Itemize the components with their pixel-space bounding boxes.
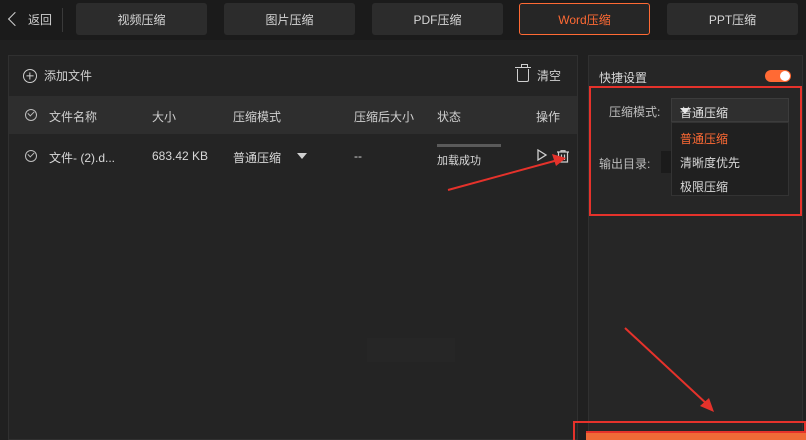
table-row: 文件- (2).d... 683.42 KB 普通压缩 -- 加载成功 bbox=[9, 134, 577, 178]
file-size: 683.42 KB bbox=[152, 149, 209, 163]
file-panel: 添加文件 清空 文件名称 大小 压缩模式 压缩后大小 状态 操作 文件- (2)… bbox=[8, 55, 578, 440]
compressed-size: -- bbox=[354, 149, 362, 163]
file-name: 文件- (2).d... bbox=[49, 151, 116, 165]
option-clarity-first[interactable]: 清晰度优先 bbox=[680, 154, 740, 171]
divider bbox=[62, 8, 63, 32]
column-header-status: 状态 bbox=[437, 110, 462, 124]
clear-label: 清空 bbox=[536, 69, 561, 83]
column-header-compressed-size: 压缩后大小 bbox=[354, 110, 415, 124]
empty-placeholder bbox=[367, 338, 455, 362]
table-header: 文件名称 大小 压缩模式 压缩后大小 状态 操作 bbox=[9, 96, 577, 134]
start-compress-button[interactable] bbox=[586, 431, 806, 440]
mode-dropdown: 普通压缩 清晰度优先 极限压缩 bbox=[671, 122, 789, 196]
option-extreme[interactable]: 极限压缩 bbox=[680, 178, 728, 195]
clear-button[interactable]: 清空 bbox=[514, 64, 561, 84]
row-checkbox[interactable] bbox=[25, 150, 37, 162]
file-toolbar: 添加文件 清空 bbox=[9, 56, 577, 96]
trash-icon bbox=[514, 64, 531, 82]
play-icon[interactable] bbox=[536, 149, 548, 161]
tab-ppt-compress[interactable]: PPT压缩 bbox=[667, 3, 798, 35]
plus-circle-icon bbox=[23, 68, 37, 83]
back-button[interactable]: 返回 bbox=[4, 8, 52, 30]
select-all-checkbox[interactable] bbox=[25, 109, 37, 121]
tab-image-compress[interactable]: 图片压缩 bbox=[224, 3, 355, 35]
option-normal[interactable]: 普通压缩 bbox=[680, 130, 728, 147]
tab-pdf-compress[interactable]: PDF压缩 bbox=[372, 3, 503, 35]
output-label: 输出目录: bbox=[599, 157, 651, 171]
chevron-down-icon[interactable] bbox=[297, 153, 307, 159]
chevron-down-icon bbox=[680, 108, 690, 114]
add-file-button[interactable]: 添加文件 bbox=[23, 67, 92, 84]
column-header-mode: 压缩模式 bbox=[233, 110, 282, 124]
column-header-actions: 操作 bbox=[536, 110, 561, 124]
top-bar: 返回 视频压缩 图片压缩 PDF压缩 Word压缩 PPT压缩 bbox=[0, 0, 806, 40]
add-file-label: 添加文件 bbox=[44, 69, 93, 83]
row-mode-select[interactable]: 普通压缩 bbox=[233, 149, 281, 166]
mode-label: 压缩模式: bbox=[609, 105, 661, 119]
column-header-size: 大小 bbox=[152, 110, 177, 124]
status-text: 加载成功 bbox=[437, 155, 481, 167]
settings-title: 快捷设置 bbox=[599, 71, 648, 85]
settings-panel: 快捷设置 压缩模式: 普通压缩 输出目录: 普通压缩 清晰度优先 极限压缩 bbox=[588, 55, 803, 440]
back-label: 返回 bbox=[28, 12, 53, 27]
tab-video-compress[interactable]: 视频压缩 bbox=[76, 3, 207, 35]
column-header-name: 文件名称 bbox=[49, 110, 98, 124]
chevron-left-icon bbox=[7, 11, 23, 27]
tab-word-compress[interactable]: Word压缩 bbox=[519, 3, 650, 35]
delete-icon[interactable] bbox=[557, 150, 569, 163]
mode-select[interactable]: 普通压缩 bbox=[671, 98, 789, 122]
quick-settings-toggle[interactable] bbox=[765, 70, 791, 82]
progress-bar bbox=[437, 144, 501, 147]
